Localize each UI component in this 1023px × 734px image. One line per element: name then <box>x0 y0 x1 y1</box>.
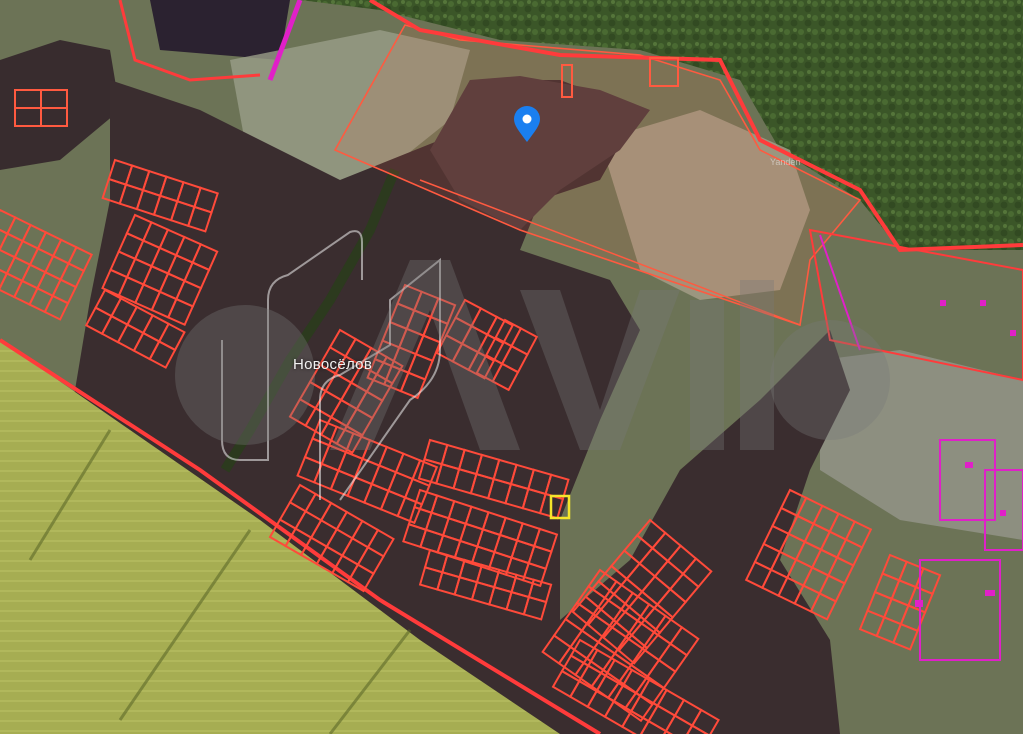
settlement-label: Новосёлов <box>293 356 373 373</box>
cadastral-map[interactable]: Новосёлов Yanden <box>0 0 1023 734</box>
locality-label: Yanden <box>770 157 801 167</box>
map-canvas <box>0 0 1023 734</box>
